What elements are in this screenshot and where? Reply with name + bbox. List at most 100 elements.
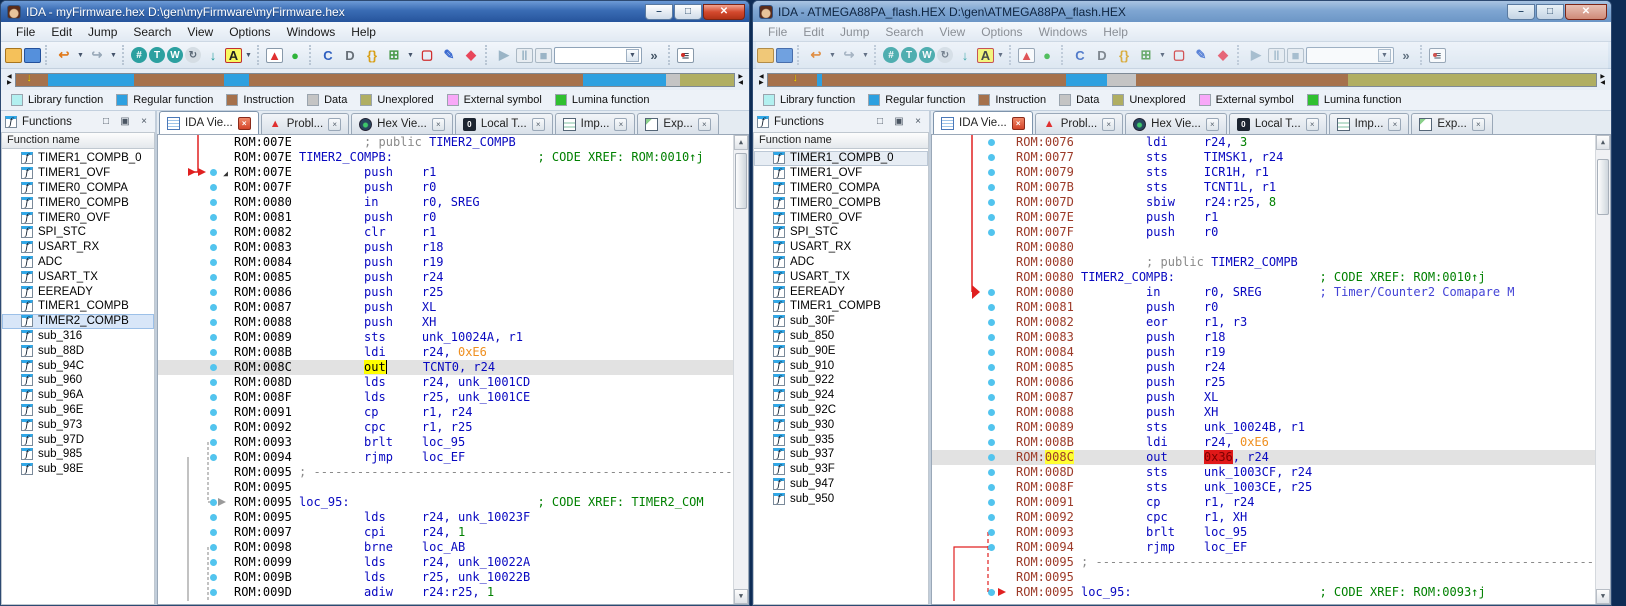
disassembly-view[interactable]: ROM:0076 ldi r24, 3ROM:0077 sts TIMSK1, …: [931, 135, 1611, 605]
tab-close-icon[interactable]: ×: [532, 118, 545, 131]
menu-jump[interactable]: Jump: [81, 23, 124, 41]
function-row[interactable]: fUSART_TX: [2, 269, 154, 284]
tab-close-icon[interactable]: ×: [432, 118, 445, 131]
function-row[interactable]: fsub_90E: [754, 343, 928, 358]
code-line[interactable]: ROM:0080 TIMER2_COMPB: ; CODE XREF: ROM:…: [932, 270, 1610, 285]
function-row[interactable]: fsub_960: [2, 373, 154, 388]
lumina-icon[interactable]: ●: [1037, 45, 1057, 65]
code-line[interactable]: ROM:0091 cp r1, r24: [932, 495, 1610, 510]
address-band[interactable]: ↓: [15, 73, 736, 87]
text-search-icon[interactable]: T: [901, 47, 917, 63]
panel-float-icon[interactable]: ▣: [118, 115, 132, 129]
function-row[interactable]: fsub_930: [754, 417, 928, 432]
tab-exp[interactable]: Exp...×: [1411, 113, 1492, 134]
vertical-scrollbar[interactable]: ▲ ▼: [733, 135, 748, 604]
code-line[interactable]: ROM:008C out 0x36, r24: [932, 450, 1610, 465]
function-row[interactable]: fTIMER0_COMPB: [754, 195, 928, 210]
disassembly-view[interactable]: ROM:007E ; public TIMER2_COMPBROM:007E T…: [157, 135, 749, 605]
overflow-chevron-icon[interactable]: »: [644, 45, 664, 65]
function-row[interactable]: fsub_935: [754, 432, 928, 447]
code-line[interactable]: ROM:008B ldi r24, 0xE6: [932, 435, 1610, 450]
function-row[interactable]: fTIMER0_OVF: [754, 210, 928, 225]
function-row[interactable]: fTIMER0_COMPB: [2, 195, 154, 210]
scroll-down-icon[interactable]: ▼: [734, 589, 748, 604]
tab-close-icon[interactable]: ×: [698, 118, 711, 131]
titlebar[interactable]: IDA - myFirmware.hex D:\gen\myFirmware\m…: [1, 1, 749, 22]
code-line[interactable]: ROM:0095 loc_95: ; CODE XREF: TIMER2_COM: [158, 495, 748, 510]
minimize-button[interactable]: –: [1507, 4, 1535, 20]
function-row[interactable]: fsub_97D: [2, 432, 154, 447]
make-function-icon[interactable]: ▢: [1169, 45, 1189, 65]
ascii-icon[interactable]: A: [977, 48, 994, 63]
menu-search[interactable]: Search: [126, 23, 178, 41]
code-line[interactable]: ROM:0087 push XL: [158, 300, 748, 315]
function-row[interactable]: fTIMER0_COMPA: [2, 181, 154, 196]
code-line[interactable]: ROM:0095 loc_95: ; CODE XREF: ROM:0093↑j: [932, 585, 1610, 600]
code-line[interactable]: ROM:0093 brlt loc_95: [158, 435, 748, 450]
panel-close-icon[interactable]: ×: [137, 115, 151, 129]
jump-back-icon[interactable]: ↩: [54, 45, 74, 65]
function-row[interactable]: fsub_96E: [2, 403, 154, 418]
function-row[interactable]: fsub_985: [2, 447, 154, 462]
panel-float-icon[interactable]: ▣: [892, 115, 906, 129]
dropdown-arrow[interactable]: ▼: [76, 45, 85, 65]
jump-forward-icon[interactable]: ↪: [839, 45, 859, 65]
code-line[interactable]: ROM:008F lds r25, unk_1001CE: [158, 390, 748, 405]
code-line[interactable]: ROM:0079 sts ICR1H, r1: [932, 165, 1610, 180]
make-function-icon[interactable]: ▢: [417, 45, 437, 65]
code-line[interactable]: ROM:007F push r0: [158, 180, 748, 195]
code-line[interactable]: ROM:0089 sts unk_10024B, r1: [932, 420, 1610, 435]
function-row[interactable]: fsub_924: [754, 388, 928, 403]
nav-marker-icon[interactable]: ▲: [1018, 48, 1035, 63]
function-row[interactable]: fsub_92C: [754, 403, 928, 418]
tab-probl[interactable]: ▲Probl...×: [261, 113, 349, 134]
function-row[interactable]: fEEREADY: [2, 284, 154, 299]
band-scroll-arrows[interactable]: ▶◀: [738, 74, 743, 86]
tab-localt[interactable]: 0Local T...×: [455, 113, 553, 134]
make-array-icon[interactable]: ⊞: [384, 45, 404, 65]
function-row[interactable]: fTIMER2_COMPB: [2, 314, 154, 329]
function-row[interactable]: fTIMER0_COMPA: [754, 181, 928, 196]
function-row[interactable]: fsub_88D: [2, 343, 154, 358]
make-array-icon[interactable]: ⊞: [1136, 45, 1156, 65]
collapse-icon[interactable]: ◢: [223, 166, 228, 181]
menu-options[interactable]: Options: [222, 23, 277, 41]
make-code-icon[interactable]: C: [318, 45, 338, 65]
code-line[interactable]: ROM:0088 push XH: [932, 405, 1610, 420]
tab-close-icon[interactable]: ×: [1472, 118, 1485, 131]
run-icon[interactable]: ▶: [1246, 45, 1266, 65]
menu-edit[interactable]: Edit: [44, 23, 79, 41]
code-line[interactable]: ROM:0080 in r0, SREG: [158, 195, 748, 210]
function-row[interactable]: fUSART_TX: [754, 269, 928, 284]
vertical-scrollbar[interactable]: ▲ ▼: [1595, 135, 1610, 604]
function-row[interactable]: fADC: [754, 255, 928, 270]
menu-options[interactable]: Options: [974, 23, 1029, 41]
code-line[interactable]: ROM:0088 push XH: [158, 315, 748, 330]
code-line[interactable]: ROM:009D adiw r24:r25, 1: [158, 585, 748, 600]
code-line[interactable]: ROM:007B sts TCNT1L, r1: [932, 180, 1610, 195]
scrollbar-thumb[interactable]: [735, 153, 747, 209]
stop-icon[interactable]: ■: [1287, 48, 1304, 63]
function-name-column-header[interactable]: Function name: [1, 132, 155, 149]
refresh-icon[interactable]: ↻: [185, 47, 201, 63]
code-line[interactable]: ROM:0082 eor r1, r3: [932, 315, 1610, 330]
band-scroll-arrows[interactable]: ◀▶: [7, 74, 12, 86]
function-row[interactable]: fUSART_RX: [754, 240, 928, 255]
function-row[interactable]: fsub_973: [2, 417, 154, 432]
jump-back-icon[interactable]: ↩: [806, 45, 826, 65]
dropdown-arrow[interactable]: ▼: [244, 45, 253, 65]
function-row[interactable]: fTIMER1_COMPB_0: [2, 151, 154, 166]
pause-icon[interactable]: ‖: [1268, 48, 1285, 63]
code-line[interactable]: ROM:0084 push r19: [158, 255, 748, 270]
scroll-up-icon[interactable]: ▲: [1596, 135, 1610, 150]
code-line[interactable]: ROM:0089 sts unk_10024A, r1: [158, 330, 748, 345]
breakpoint-icon[interactable]: ◆: [461, 45, 481, 65]
down-arrow-icon[interactable]: ↓: [203, 45, 223, 65]
close-button[interactable]: ✕: [703, 4, 745, 20]
tab-close-icon[interactable]: ×: [1306, 118, 1319, 131]
function-row[interactable]: fsub_910: [754, 358, 928, 373]
function-row[interactable]: fEEREADY: [754, 284, 928, 299]
jump-forward-icon[interactable]: ↪: [87, 45, 107, 65]
menu-jump[interactable]: Jump: [833, 23, 876, 41]
dropdown-arrow[interactable]: ▼: [828, 45, 837, 65]
